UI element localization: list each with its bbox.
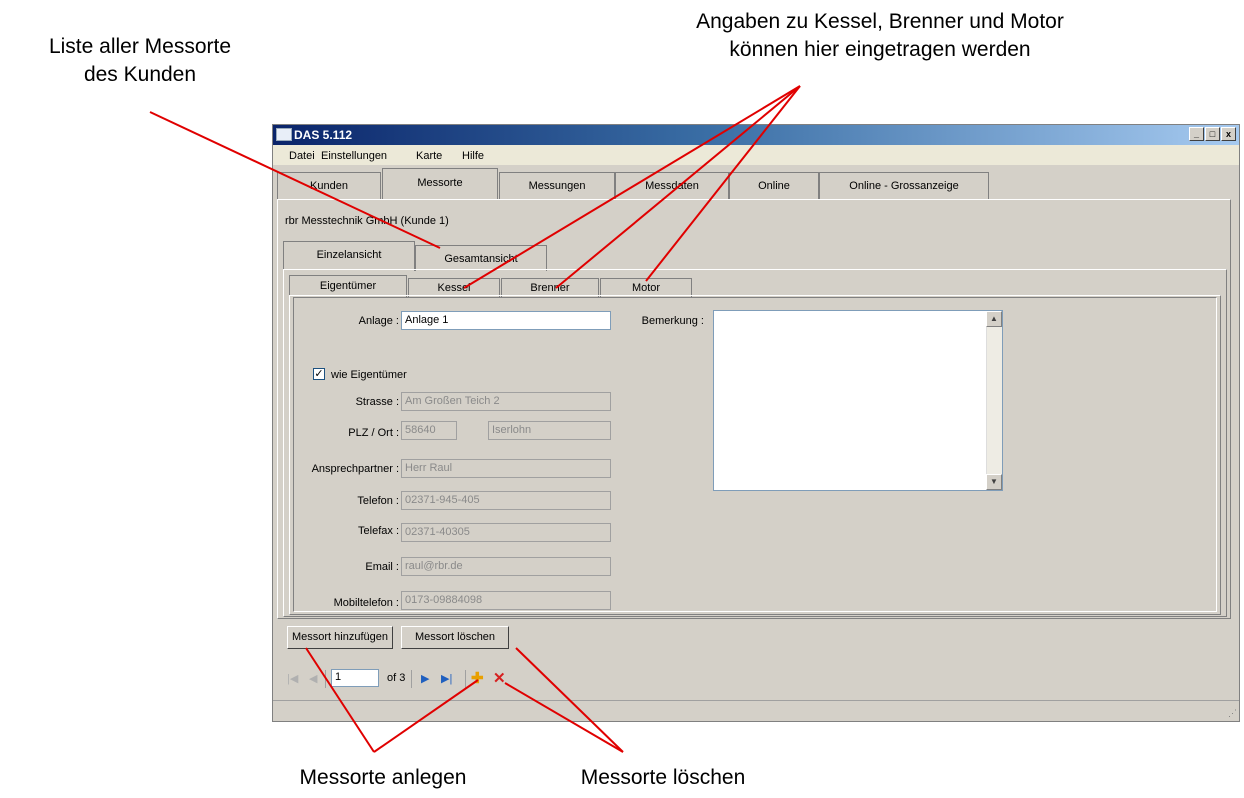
close-button[interactable]: x (1221, 127, 1236, 141)
tab-online[interactable]: Online (729, 172, 819, 199)
annotation-measurement-list: Liste aller Messorte des Kunden (20, 33, 260, 89)
annotation-create: Messorte anlegen (299, 766, 467, 789)
separator (325, 670, 326, 688)
record-count: of 3 (387, 672, 406, 684)
email-input[interactable]: raul@rbr.de (401, 557, 611, 576)
telefon-label: Telefon : (357, 495, 399, 507)
status-bar: ⋰ (273, 700, 1239, 721)
add-new-icon[interactable]: ✚ (471, 669, 484, 687)
customer-name: rbr Messtechnik GmbH (Kunde 1) (285, 215, 449, 227)
move-next-icon[interactable]: ▶ (421, 672, 429, 685)
strasse-input[interactable]: Am Großen Teich 2 (401, 392, 611, 411)
tab-eigentuemer[interactable]: Eigentümer (289, 275, 407, 297)
record-navigator: |◀ ◀ 1 of 3 ▶ ▶| ✚ ✕ (281, 668, 581, 690)
tab-kunden[interactable]: Kunden (277, 172, 381, 199)
memo-scrollbar[interactable] (986, 311, 1002, 490)
wie-eigentuemer-label: wie Eigentümer (331, 369, 407, 381)
app-icon (276, 128, 292, 141)
window-title: DAS 5.112 (294, 128, 353, 142)
messort-loeschen-button[interactable]: Messort löschen (401, 626, 509, 649)
annotation-line: können hier eingetragen werden (729, 38, 1031, 61)
tab-messorte[interactable]: Messorte (382, 168, 498, 200)
tab-gesamtansicht[interactable]: Gesamtansicht (415, 245, 547, 271)
anlage-label: Anlage : (358, 315, 399, 327)
ansprechpartner-input[interactable]: Herr Raul (401, 459, 611, 478)
tab-messdaten[interactable]: Messdaten (615, 172, 729, 199)
plz-input[interactable]: 58640 (401, 421, 457, 440)
ort-input[interactable]: Iserlohn (488, 421, 611, 440)
mobiltelefon-input[interactable]: 0173-09884098 (401, 591, 611, 610)
bemerkung-textarea[interactable]: ▲ ▼ (713, 310, 1003, 491)
annotation-line: Liste aller Messorte (48, 35, 232, 58)
anlage-input[interactable]: Anlage 1 (401, 311, 611, 330)
main-tab-strip: Kunden Messorte Messungen Messdaten Onli… (273, 168, 993, 200)
scroll-down-arrow-icon[interactable]: ▼ (986, 474, 1002, 490)
menu-hilfe[interactable]: Hilfe (462, 150, 484, 162)
title-bar[interactable]: DAS 5.112 _ □ x (273, 125, 1239, 145)
mobiltelefon-label: Mobiltelefon : (333, 597, 399, 609)
menu-einstellungen[interactable]: Einstellungen (321, 150, 387, 162)
wie-eigentuemer-checkbox[interactable]: ✓ (313, 368, 325, 380)
maximize-button[interactable]: □ (1205, 127, 1220, 141)
annotation-line: Angaben zu Kessel, Brenner und Motor (696, 10, 1064, 33)
scroll-up-arrow-icon[interactable]: ▲ (986, 311, 1002, 327)
bemerkung-label: Bemerkung : (641, 315, 704, 327)
strasse-label: Strasse : (355, 396, 399, 408)
annotation-delete: Messorte löschen (580, 766, 746, 789)
resize-grip-icon[interactable]: ⋰ (1228, 708, 1237, 719)
tab-einzelansicht[interactable]: Einzelansicht (283, 241, 415, 271)
annotation-tabs-info: Angaben zu Kessel, Brenner und Motor kön… (600, 8, 1160, 64)
window-controls: _ □ x (1189, 127, 1236, 141)
move-previous-icon[interactable]: ◀ (309, 672, 317, 685)
plz-ort-label: PLZ / Ort : (348, 427, 399, 439)
menu-bar: Datei Einstellungen Karte Hilfe (273, 145, 1239, 165)
position-input[interactable]: 1 (331, 669, 379, 687)
menu-karte[interactable]: Karte (416, 150, 442, 162)
separator (411, 670, 412, 688)
ansprechpartner-label: Ansprechpartner : (311, 463, 399, 475)
email-label: Email : (365, 561, 399, 573)
telefon-input[interactable]: 02371-945-405 (401, 491, 611, 510)
messort-hinzufuegen-button[interactable]: Messort hinzufügen (287, 626, 393, 649)
tab-messungen[interactable]: Messungen (499, 172, 615, 199)
telefax-label: Telefax : (358, 525, 399, 537)
annotation-line: des Kunden (83, 63, 197, 86)
telefax-input[interactable]: 02371-40305 (401, 523, 611, 542)
move-last-icon[interactable]: ▶| (441, 672, 452, 685)
app-window: DAS 5.112 _ □ x Datei Einstellungen Kart… (272, 124, 1240, 722)
menu-datei[interactable]: Datei (289, 150, 315, 162)
move-first-icon[interactable]: |◀ (287, 672, 298, 685)
tab-online-grossanzeige[interactable]: Online - Grossanzeige (819, 172, 989, 199)
minimize-button[interactable]: _ (1189, 127, 1204, 141)
separator (465, 670, 466, 688)
delete-icon[interactable]: ✕ (493, 669, 506, 687)
